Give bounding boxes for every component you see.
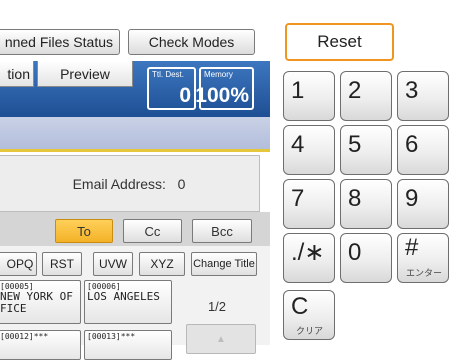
key-2-label: 2: [348, 77, 362, 104]
address-entry[interactable]: [00006] LOS ANGELES: [84, 280, 172, 324]
tab-preview[interactable]: Preview: [37, 61, 133, 87]
address-entry-name: NEW YORK OFFICE: [0, 290, 73, 315]
key-6-label: 6: [405, 131, 419, 158]
bcc-label: Bcc: [211, 223, 233, 239]
email-address-label: Email Address:: [72, 175, 166, 192]
key-8-label: 8: [348, 185, 362, 212]
triangle-up-icon: ▲: [216, 333, 226, 345]
key-4[interactable]: 4: [283, 125, 335, 175]
key-7-label: 7: [291, 185, 305, 212]
cc-label: Cc: [144, 223, 161, 239]
index-opq-label: OPQ: [6, 257, 34, 271]
page-indicator-text: 1/2: [207, 298, 227, 314]
clear-key-label: C: [291, 293, 309, 320]
enter-key[interactable]: # エンター: [397, 233, 449, 283]
enter-key-sublabel: エンター: [406, 268, 443, 278]
index-xyz-label: XYZ: [150, 257, 174, 271]
address-entry-number: [00013]***: [87, 332, 136, 341]
key-9[interactable]: 9: [397, 179, 449, 229]
total-destinations-counter: Ttl. Dest. 0: [147, 67, 196, 110]
key-8[interactable]: 8: [340, 179, 392, 229]
cc-button[interactable]: Cc: [123, 219, 182, 243]
tab-preview-label: Preview: [60, 65, 110, 82]
destination-band: [0, 117, 270, 152]
total-destinations-caption: Ttl. Dest.: [152, 70, 185, 79]
address-book-area: OPQ RST UVW XYZ Change Title [00005] NEW…: [0, 246, 270, 360]
scroll-up-button[interactable]: ▲: [186, 324, 256, 354]
keypad-panel: Reset 1 2 3 4 5 6 7 8 9 ./∗ 0 # エンター C ク…: [270, 0, 461, 345]
address-entry-name: LOS ANGELES: [87, 290, 160, 303]
scanned-files-status-button[interactable]: nned Files Status: [0, 29, 120, 55]
index-uvw-button[interactable]: UVW: [93, 252, 133, 276]
change-title-button[interactable]: Change Title: [191, 252, 257, 276]
key-2[interactable]: 2: [340, 71, 392, 121]
to-button[interactable]: To: [55, 219, 113, 243]
to-label: To: [77, 223, 91, 239]
memory-caption: Memory: [204, 70, 233, 79]
clear-key-sublabel: クリア: [296, 326, 324, 336]
destination-type-bar: To Cc Bcc: [0, 212, 270, 246]
index-rst-label: RST: [50, 257, 74, 271]
memory-value: 100%: [195, 84, 249, 107]
key-5[interactable]: 5: [340, 125, 392, 175]
address-entry[interactable]: [00013]***: [84, 330, 172, 360]
key-0-label: 0: [348, 239, 362, 266]
reset-label: Reset: [317, 32, 362, 51]
index-rst-button[interactable]: RST: [42, 252, 82, 276]
total-destinations-value: 0: [179, 84, 191, 107]
index-opq-button[interactable]: OPQ: [0, 252, 37, 276]
key-1[interactable]: 1: [283, 71, 335, 121]
key-6[interactable]: 6: [397, 125, 449, 175]
scanned-files-status-label: nned Files Status: [4, 34, 113, 50]
key-3-label: 3: [405, 77, 419, 104]
hash-icon: #: [405, 234, 419, 261]
index-xyz-button[interactable]: XYZ: [139, 252, 185, 276]
change-title-label: Change Title: [193, 258, 255, 270]
address-entry[interactable]: [00005] NEW YORK OFFICE: [0, 280, 81, 324]
clear-key[interactable]: C クリア: [283, 290, 335, 340]
key-7[interactable]: 7: [283, 179, 335, 229]
key-3[interactable]: 3: [397, 71, 449, 121]
page-indicator: 1/2: [182, 296, 252, 316]
tab-option-label: tion: [7, 65, 30, 82]
address-entry[interactable]: [00012]***: [0, 330, 81, 360]
check-modes-button[interactable]: Check Modes: [128, 29, 255, 55]
key-4-label: 4: [291, 131, 305, 158]
key-0[interactable]: 0: [340, 233, 392, 283]
index-uvw-label: UVW: [99, 257, 127, 271]
address-entry-number: [00012]***: [0, 332, 49, 341]
status-header: tion Preview Ttl. Dest. 0 Memory 100%: [0, 61, 270, 117]
bcc-button[interactable]: Bcc: [192, 219, 252, 243]
key-star-label: ./∗: [291, 239, 325, 266]
key-5-label: 5: [348, 131, 362, 158]
reset-button[interactable]: Reset: [285, 23, 394, 61]
left-panel: nned Files Status Check Modes tion Previ…: [0, 0, 270, 360]
email-address-count: 0: [177, 175, 186, 192]
key-star[interactable]: ./∗: [283, 233, 335, 283]
tab-option[interactable]: tion: [0, 61, 34, 87]
key-9-label: 9: [405, 185, 419, 212]
email-address-panel: Email Address: 0: [0, 155, 260, 212]
memory-counter: Memory 100%: [195, 67, 254, 110]
check-modes-label: Check Modes: [148, 34, 235, 50]
key-1-label: 1: [291, 77, 305, 104]
